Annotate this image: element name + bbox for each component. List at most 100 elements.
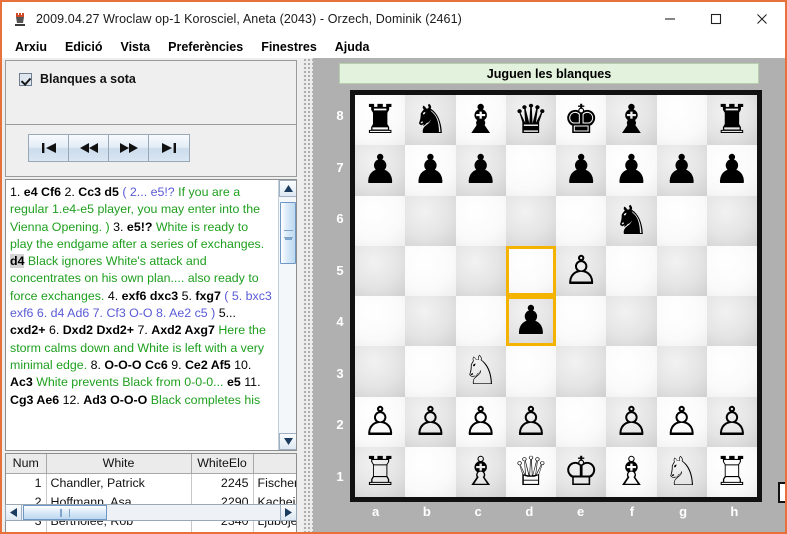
- table-row[interactable]: 1 Chandler, Patrick 2245 Fischer, J: [6, 473, 296, 492]
- board-square-d4[interactable]: ♟: [505, 296, 557, 347]
- piece-N[interactable]: ♘: [664, 452, 700, 492]
- minimize-button[interactable]: [647, 2, 693, 36]
- board-square-e6[interactable]: [556, 195, 607, 246]
- board-square-h4[interactable]: [706, 296, 757, 347]
- column-header-num[interactable]: Num: [6, 454, 47, 474]
- piece-P[interactable]: ♙: [563, 251, 599, 291]
- pane-splitter[interactable]: [303, 58, 313, 532]
- board-square-b3[interactable]: [405, 346, 456, 397]
- board-square-e5[interactable]: ♙: [556, 245, 607, 296]
- board-square-c8[interactable]: ♝: [455, 95, 506, 146]
- board-square-g3[interactable]: [656, 346, 707, 397]
- piece-b[interactable]: ♝: [613, 100, 649, 140]
- piece-n[interactable]: ♞: [613, 201, 649, 241]
- board-square-d3[interactable]: [505, 346, 556, 397]
- piece-P[interactable]: ♙: [362, 402, 398, 442]
- menu-item-finestres[interactable]: Finestres: [252, 38, 326, 56]
- menu-item-ajuda[interactable]: Ajuda: [326, 38, 379, 56]
- piece-N[interactable]: ♘: [463, 351, 499, 391]
- board-square-c3[interactable]: ♘: [455, 346, 506, 397]
- board-square-h5[interactable]: [706, 245, 757, 296]
- piece-R[interactable]: ♖: [714, 452, 750, 492]
- column-header-whiteelo[interactable]: WhiteElo: [191, 454, 254, 474]
- board-square-c6[interactable]: [455, 195, 506, 246]
- piece-R[interactable]: ♖: [362, 452, 398, 492]
- board-square-e3[interactable]: [556, 346, 607, 397]
- move-notation-panel[interactable]: 1. e4 Cf6 2. Cc3 d5 ( 2... e5!? If you a…: [5, 179, 297, 451]
- board-square-f1[interactable]: ♗: [606, 446, 657, 497]
- board-square-d8[interactable]: ♛: [505, 95, 556, 146]
- board-resize-grip[interactable]: [778, 482, 785, 503]
- piece-p[interactable]: ♟: [463, 150, 499, 190]
- piece-Q[interactable]: ♕: [513, 452, 549, 492]
- board-square-g4[interactable]: [656, 296, 707, 347]
- piece-q[interactable]: ♛: [513, 100, 549, 140]
- maximize-button[interactable]: [693, 2, 739, 36]
- notation-scroll-thumb[interactable]: [280, 202, 296, 264]
- piece-p[interactable]: ♟: [664, 150, 700, 190]
- board-square-d2[interactable]: ♙: [505, 396, 556, 447]
- board-square-c4[interactable]: [455, 296, 506, 347]
- scroll-track[interactable]: [22, 505, 280, 520]
- board-square-h3[interactable]: [706, 346, 757, 397]
- board-square-h6[interactable]: [706, 195, 757, 246]
- piece-K[interactable]: ♔: [563, 452, 599, 492]
- column-header-black[interactable]: B: [253, 454, 296, 474]
- board-square-a8[interactable]: ♜: [355, 95, 406, 146]
- piece-b[interactable]: ♝: [463, 100, 499, 140]
- board-square-f6[interactable]: ♞: [606, 195, 657, 246]
- board-square-f4[interactable]: [606, 296, 657, 347]
- scroll-down-button[interactable]: [279, 433, 296, 450]
- board-square-f8[interactable]: ♝: [606, 95, 657, 146]
- board-square-a5[interactable]: [355, 245, 406, 296]
- board-square-a2[interactable]: ♙: [355, 396, 406, 447]
- table-row[interactable]: 4 Reefschlaeger, Helmut 2395 Buecker, S: [6, 530, 296, 532]
- piece-B[interactable]: ♗: [463, 452, 499, 492]
- piece-p[interactable]: ♟: [362, 150, 398, 190]
- piece-p[interactable]: ♟: [613, 150, 649, 190]
- board-square-a7[interactable]: ♟: [355, 145, 406, 196]
- scroll-left-button[interactable]: [6, 505, 22, 520]
- board-square-h7[interactable]: ♟: [706, 145, 757, 196]
- move-notation-text[interactable]: 1. e4 Cf6 2. Cc3 d5 ( 2... e5!? If you a…: [6, 180, 278, 450]
- piece-P[interactable]: ♙: [513, 402, 549, 442]
- piece-k[interactable]: ♚: [563, 100, 599, 140]
- left-panel-horizontal-scrollbar[interactable]: [5, 504, 297, 521]
- board-square-c1[interactable]: ♗: [455, 446, 506, 497]
- board-square-a4[interactable]: [355, 296, 406, 347]
- close-button[interactable]: [739, 2, 785, 36]
- next-move-button[interactable]: [109, 135, 149, 161]
- board-square-b5[interactable]: [405, 245, 456, 296]
- board-square-b1[interactable]: [405, 446, 456, 497]
- piece-P[interactable]: ♙: [463, 402, 499, 442]
- board-square-f7[interactable]: ♟: [606, 145, 657, 196]
- board-square-f3[interactable]: [606, 346, 657, 397]
- board-square-a6[interactable]: [355, 195, 406, 246]
- piece-B[interactable]: ♗: [613, 452, 649, 492]
- flip-board-checkbox-row[interactable]: Blanques a sota: [19, 72, 296, 86]
- board-square-g6[interactable]: [656, 195, 707, 246]
- board-square-d6[interactable]: [505, 195, 556, 246]
- board-square-a1[interactable]: ♖: [355, 446, 406, 497]
- board-square-c2[interactable]: ♙: [455, 396, 506, 447]
- menu-item-edicio[interactable]: Edició: [56, 38, 112, 56]
- board-square-a3[interactable]: [355, 346, 406, 397]
- piece-r[interactable]: ♜: [362, 100, 398, 140]
- board-square-d1[interactable]: ♕: [505, 446, 556, 497]
- board-square-g8[interactable]: [656, 95, 707, 146]
- piece-p[interactable]: ♟: [412, 150, 448, 190]
- board-square-b7[interactable]: ♟: [405, 145, 456, 196]
- board-square-d7[interactable]: [505, 145, 556, 196]
- piece-r[interactable]: ♜: [714, 100, 750, 140]
- board-square-h1[interactable]: ♖: [706, 446, 757, 497]
- board-square-b2[interactable]: ♙: [405, 396, 456, 447]
- board-square-g5[interactable]: [656, 245, 707, 296]
- previous-move-button[interactable]: [69, 135, 109, 161]
- menu-item-preferencies[interactable]: Preferències: [159, 38, 252, 56]
- board-square-b4[interactable]: [405, 296, 456, 347]
- scroll-up-button[interactable]: [279, 180, 296, 197]
- piece-p[interactable]: ♟: [563, 150, 599, 190]
- piece-P[interactable]: ♙: [412, 402, 448, 442]
- last-move-button[interactable]: [149, 135, 189, 161]
- menu-item-vista[interactable]: Vista: [111, 38, 159, 56]
